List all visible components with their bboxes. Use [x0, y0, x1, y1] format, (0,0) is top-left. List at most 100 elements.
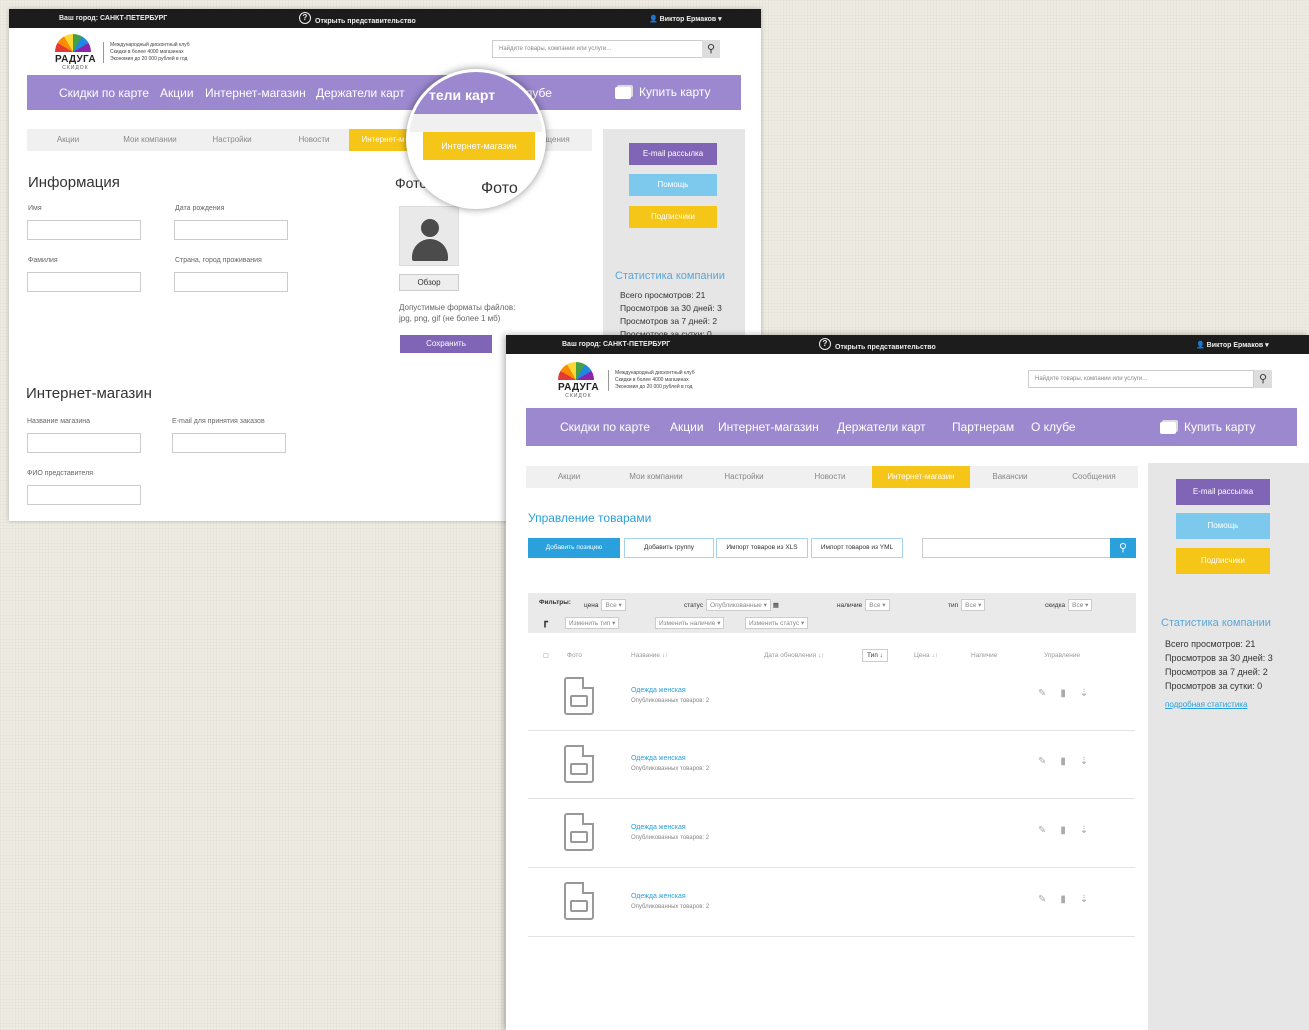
menu-item[interactable]: Скидки по карте: [59, 86, 149, 100]
import-xls-button[interactable]: Импорт товаров из XLS: [716, 538, 808, 558]
pencil-icon[interactable]: ✎: [1038, 894, 1060, 905]
tab[interactable]: Мои компании: [612, 466, 700, 488]
row-name[interactable]: Одежда женская: [631, 824, 686, 831]
arrow-icon[interactable]: ⇣: [1080, 894, 1102, 905]
column-header[interactable]: Название ↓↑: [631, 652, 668, 659]
search-icon[interactable]: ⚲: [1254, 370, 1272, 388]
tab[interactable]: Новости: [788, 466, 872, 488]
type-select[interactable]: Все ▾: [961, 599, 986, 611]
subscribers-button[interactable]: Подписчики: [1176, 548, 1270, 574]
help-button[interactable]: Помощь: [629, 174, 717, 196]
tab[interactable]: Вакансии: [970, 466, 1050, 488]
menu-item[interactable]: О клубе: [1031, 420, 1076, 434]
menu-item[interactable]: Акции: [670, 420, 704, 434]
tab[interactable]: Сообщения: [1050, 466, 1138, 488]
search-input[interactable]: Найдите товары, компании или услуги...: [492, 40, 703, 58]
column-header[interactable]: Цена ↓↑: [914, 652, 938, 659]
shop-email-field[interactable]: [172, 433, 286, 453]
birth-field[interactable]: [174, 220, 288, 240]
type-filter[interactable]: тип Все ▾: [948, 599, 986, 611]
table-row[interactable]: Одежда женская Опубликованных товаров: 2…: [528, 799, 1135, 868]
user-menu[interactable]: 👤 Виктор Ермаков ▾: [1196, 341, 1269, 349]
status-filter[interactable]: статус Опубликованные ▾ ▦: [684, 599, 779, 611]
country-field[interactable]: [174, 272, 288, 292]
row-name[interactable]: Одежда женская: [631, 893, 686, 900]
change-status-select[interactable]: Изменить статус ▾: [745, 617, 809, 629]
menu-item[interactable]: Акции: [160, 86, 194, 100]
email-newsletter-button[interactable]: E-mail рассылка: [1176, 479, 1270, 505]
save-button[interactable]: Сохранить: [400, 335, 492, 353]
column-header[interactable]: Дата обновления ↓↑: [764, 652, 825, 659]
change-availability-button[interactable]: Изменить наличие ▾: [652, 617, 725, 629]
menu-item[interactable]: Держатели карт: [837, 420, 926, 434]
table-row[interactable]: Одежда женская Опубликованных товаров: 2…: [528, 731, 1135, 799]
change-status-button[interactable]: Изменить статус ▾: [742, 617, 809, 629]
arrow-icon[interactable]: ⇣: [1080, 756, 1102, 767]
detailed-stats-link[interactable]: подробная статистика: [1165, 700, 1247, 709]
pencil-icon[interactable]: ✎: [1038, 825, 1060, 836]
tab-shop[interactable]: Интернет-магазин: [872, 466, 970, 488]
name-field[interactable]: [27, 220, 141, 240]
table-row[interactable]: Одежда женская Опубликованных товаров: 2…: [528, 868, 1135, 937]
table-row[interactable]: Одежда женская Опубликованных товаров: 2…: [528, 665, 1135, 731]
surname-field[interactable]: [27, 272, 141, 292]
change-avail-select[interactable]: Изменить наличие ▾: [655, 617, 725, 629]
price-select[interactable]: Все ▾: [601, 599, 626, 611]
avail-select[interactable]: Все ▾: [865, 599, 890, 611]
change-type-button[interactable]: Изменить тип ▾: [562, 617, 620, 629]
fio-field[interactable]: [27, 485, 141, 505]
arrow-icon[interactable]: ⇣: [1080, 825, 1102, 836]
user-menu[interactable]: 👤 Виктор Ермаков ▾: [649, 15, 722, 23]
menu-item[interactable]: Интернет-магазин: [205, 86, 306, 100]
tab[interactable]: Акции: [526, 466, 612, 488]
subscribers-button[interactable]: Подписчики: [629, 206, 717, 228]
disc-select[interactable]: Все ▾: [1068, 599, 1093, 611]
logo[interactable]: РАДУГА СКИДОК: [55, 34, 96, 71]
column-header-active[interactable]: Тип ↓: [862, 649, 888, 662]
menu-item[interactable]: Скидки по карте: [560, 420, 650, 434]
help-button[interactable]: Помощь: [1176, 513, 1270, 539]
bulk-select-icon[interactable]: ┏: [542, 617, 548, 628]
trash-icon[interactable]: ▮: [1060, 688, 1080, 699]
goods-search-input[interactable]: [922, 538, 1112, 558]
trash-icon[interactable]: ▮: [1060, 825, 1080, 836]
open-office-link[interactable]: ? Открыть представительство: [819, 338, 936, 353]
pencil-icon[interactable]: ✎: [1038, 688, 1060, 699]
availability-filter[interactable]: наличие Все ▾: [837, 599, 890, 611]
arrow-icon[interactable]: ⇣: [1080, 688, 1102, 699]
add-group-button[interactable]: Добавить группу: [624, 538, 714, 558]
search-icon[interactable]: ⚲: [702, 40, 720, 58]
search-icon[interactable]: ⚲: [1110, 538, 1136, 558]
menu-item[interactable]: Интернет-магазин: [718, 420, 819, 434]
email-newsletter-button[interactable]: E-mail рассылка: [629, 143, 717, 165]
tab[interactable]: Настройки: [700, 466, 788, 488]
discount-filter[interactable]: скидка Все ▾: [1045, 599, 1093, 611]
row-name[interactable]: Одежда женская: [631, 755, 686, 762]
add-item-button[interactable]: Добавить позицию: [528, 538, 620, 558]
buy-card-button[interactable]: Купить карту: [615, 85, 711, 99]
price-label: цена: [584, 602, 599, 609]
buy-card-button[interactable]: Купить карту: [1160, 420, 1256, 434]
price-filter[interactable]: цена Все ▾: [584, 599, 626, 611]
change-type-select[interactable]: Изменить тип ▾: [565, 617, 620, 629]
city-selector[interactable]: Ваш город: САНКТ-ПЕТЕРБУРГ: [562, 341, 670, 348]
shop-name-field[interactable]: [27, 433, 141, 453]
pencil-icon[interactable]: ✎: [1038, 756, 1060, 767]
tab[interactable]: Акции: [27, 129, 109, 151]
row-name[interactable]: Одежда женская: [631, 687, 686, 694]
menu-item[interactable]: Держатели карт: [316, 86, 405, 100]
status-select[interactable]: Опубликованные ▾: [706, 599, 771, 611]
trash-icon[interactable]: ▮: [1060, 756, 1080, 767]
trash-icon[interactable]: ▮: [1060, 894, 1080, 905]
tab[interactable]: Новости: [273, 129, 355, 151]
import-yml-button[interactable]: Импорт товаров из YML: [811, 538, 903, 558]
tab[interactable]: Настройки: [191, 129, 273, 151]
tab[interactable]: Мои компании: [109, 129, 191, 151]
search-input[interactable]: Найдите товары, компании или услуги...: [1028, 370, 1254, 388]
logo[interactable]: РАДУГА СКИДОК: [558, 362, 599, 399]
browse-button[interactable]: Обзор: [399, 274, 459, 291]
city-selector[interactable]: Ваш город: САНКТ-ПЕТЕРБУРГ: [59, 15, 167, 22]
menu-item[interactable]: Партнерам: [952, 420, 1014, 434]
select-all-checkbox[interactable]: ☐: [543, 652, 549, 660]
open-office-link[interactable]: ? Открыть представительство: [299, 12, 416, 27]
